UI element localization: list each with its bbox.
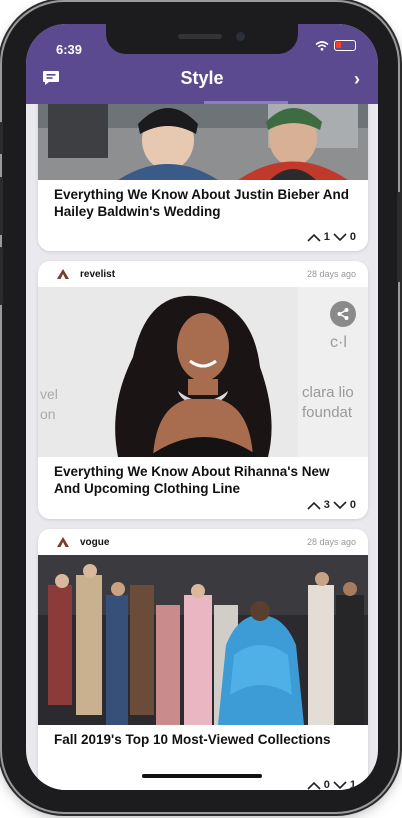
upvote-count: 3	[323, 499, 330, 511]
card-source-row: vogue 28 days ago	[38, 529, 368, 555]
speaker	[178, 34, 222, 39]
backdrop-text-clara: clara lio	[302, 384, 354, 401]
vote-controls: 0 1	[307, 779, 356, 790]
article-image[interactable]	[38, 104, 368, 180]
article-card[interactable]: vogue 28 days ago Fall 2019's Top 10 Mos…	[38, 529, 368, 790]
share-button[interactable]	[330, 301, 356, 327]
downvote-icon[interactable]	[333, 232, 347, 242]
downvote-count: 0	[349, 499, 356, 511]
article-card[interactable]: revelist 28 days ago c·l clara lio found…	[38, 261, 368, 519]
upvote-icon[interactable]	[307, 781, 321, 790]
timestamp: 28 days ago	[306, 537, 356, 547]
notch	[106, 24, 298, 54]
vote-controls: 3 0	[307, 499, 356, 511]
upvote-count: 1	[323, 231, 330, 243]
backdrop-text-foundation: foundat	[302, 404, 353, 421]
share-icon	[337, 308, 349, 320]
upvote-count: 0	[323, 779, 330, 790]
downvote-count: 0	[349, 231, 356, 243]
backdrop-text-cl: c·l	[330, 334, 347, 351]
article-image[interactable]	[38, 555, 368, 725]
volume-down-button	[0, 247, 3, 305]
backdrop-text-left-1: vel	[40, 386, 58, 402]
rihanna-photo: c·l clara lio foundat vel on	[38, 287, 368, 457]
home-indicator[interactable]	[142, 774, 262, 778]
wifi-icon	[315, 40, 329, 51]
page-title: Style	[180, 68, 224, 88]
vote-controls: 1 0	[307, 231, 356, 243]
volume-up-button	[0, 177, 3, 235]
source-name[interactable]: vogue	[80, 537, 307, 548]
source-logo-icon	[57, 537, 69, 547]
downvote-count: 1	[349, 779, 356, 790]
downvote-icon[interactable]	[333, 780, 347, 790]
chevron-right-icon[interactable]: ›	[354, 69, 360, 90]
source-name[interactable]: revelist	[80, 269, 307, 280]
article-headline[interactable]: Fall 2019's Top 10 Most-Viewed Collectio…	[38, 725, 368, 748]
battery-icon	[334, 40, 356, 51]
phone-frame: 6:39 Style › Everything We Know About Ju…	[0, 2, 401, 812]
backdrop-text-left-2: on	[40, 406, 56, 422]
runway-photo	[38, 555, 368, 725]
bieber-photo	[38, 104, 368, 180]
mute-switch	[0, 122, 3, 154]
downvote-icon[interactable]	[333, 500, 347, 510]
article-card[interactable]: Everything We Know About Justin Bieber A…	[38, 104, 368, 251]
timestamp: 28 days ago	[306, 269, 356, 279]
power-button	[397, 192, 401, 282]
status-icons	[315, 40, 356, 51]
upvote-icon[interactable]	[307, 501, 321, 510]
card-source-row: revelist 28 days ago	[38, 261, 368, 287]
front-camera	[236, 32, 245, 41]
article-image[interactable]: c·l clara lio foundat vel on	[38, 287, 368, 457]
article-headline[interactable]: Everything We Know About Justin Bieber A…	[38, 180, 368, 220]
article-feed[interactable]: Everything We Know About Justin Bieber A…	[26, 104, 378, 790]
status-time: 6:39	[56, 42, 83, 57]
source-logo-icon	[57, 269, 69, 279]
upvote-icon[interactable]	[307, 233, 321, 242]
screen: 6:39 Style › Everything We Know About Ju…	[26, 24, 378, 790]
article-headline[interactable]: Everything We Know About Rihanna's New A…	[38, 457, 368, 497]
